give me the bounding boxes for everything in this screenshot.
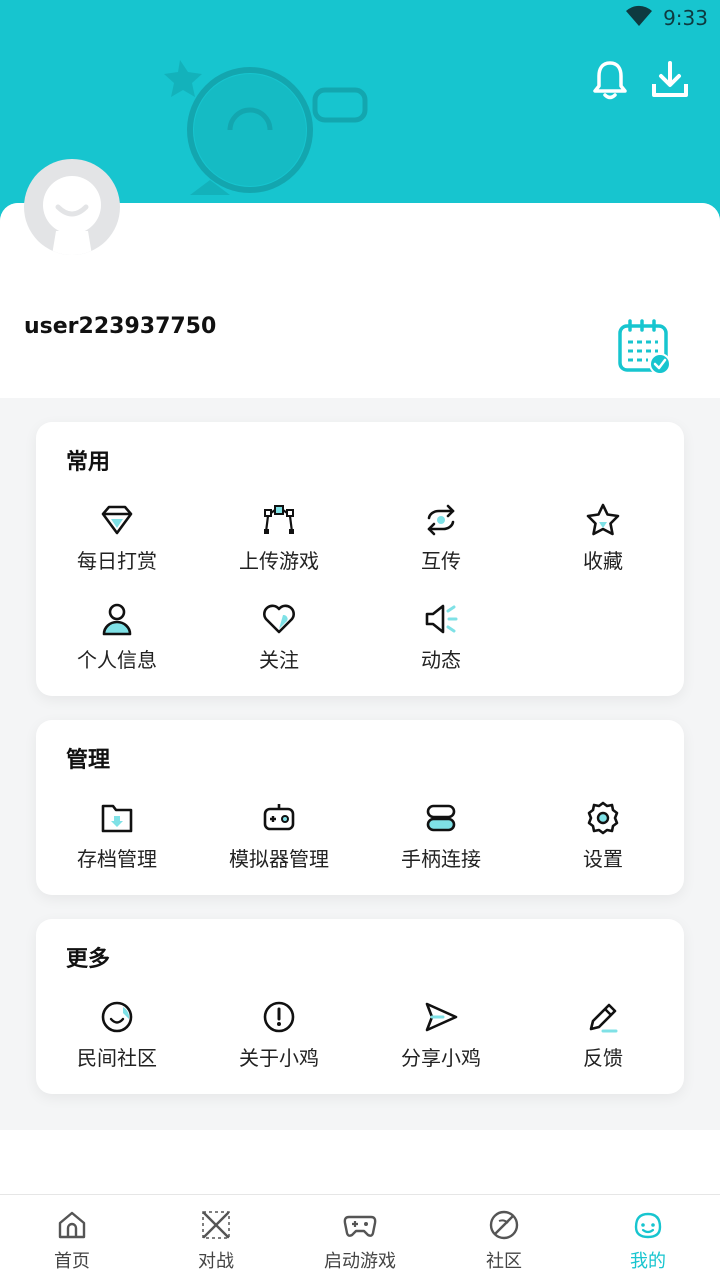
menu-save-manage[interactable]: 存档管理 xyxy=(36,798,198,897)
face-icon xyxy=(632,1209,664,1245)
smile-icon xyxy=(97,997,137,1037)
menu-about[interactable]: 关于小鸡 xyxy=(198,997,360,1096)
menu-share[interactable]: 分享小鸡 xyxy=(360,997,522,1096)
menu-feedback[interactable]: 反馈 xyxy=(522,997,684,1096)
notifications-button[interactable] xyxy=(590,60,630,104)
menu-emulator-manage[interactable]: 模拟器管理 xyxy=(198,798,360,897)
bell-icon xyxy=(592,60,628,104)
menu-community[interactable]: 民间社区 xyxy=(36,997,198,1096)
folder-icon xyxy=(97,798,137,838)
info-icon xyxy=(259,997,299,1037)
menu-following[interactable]: 关注 xyxy=(198,599,360,698)
tab-community[interactable]: 社区 xyxy=(432,1195,576,1281)
pencil-icon xyxy=(583,997,623,1037)
header-illustration xyxy=(150,30,390,204)
home-icon xyxy=(56,1209,88,1245)
downloads-button[interactable] xyxy=(650,60,690,104)
wifi-icon xyxy=(625,5,653,32)
menu-daily-tip[interactable]: 每日打赏 xyxy=(36,500,198,599)
transfer-icon xyxy=(421,500,461,540)
section-common: 常用 每日打赏 上传游戏 互传 收藏 个人信息 关注 动态 xyxy=(36,422,684,696)
section-manage: 管理 存档管理 模拟器管理 手柄连接 设置 xyxy=(36,720,684,895)
tab-launch-game[interactable]: 启动游戏 xyxy=(288,1195,432,1281)
menu-transfer[interactable]: 互传 xyxy=(360,500,522,599)
planet-icon xyxy=(488,1209,520,1245)
link-icon xyxy=(421,798,461,838)
section-title: 管理 xyxy=(66,748,111,773)
tab-battle[interactable]: 对战 xyxy=(144,1195,288,1281)
gamepad-icon xyxy=(343,1209,377,1245)
person-icon xyxy=(97,599,137,639)
status-bar: 9:33 xyxy=(625,4,708,32)
status-time: 9:33 xyxy=(663,6,708,30)
menu-upload-game[interactable]: 上传游戏 xyxy=(198,500,360,599)
gear-icon xyxy=(583,798,623,838)
heart-icon xyxy=(259,599,299,639)
speaker-icon xyxy=(421,599,461,639)
bottom-tab-bar: 首页 对战 启动游戏 社区 我的 xyxy=(0,1194,720,1281)
emulator-icon xyxy=(259,798,299,838)
tab-home[interactable]: 首页 xyxy=(0,1195,144,1281)
menu-activity[interactable]: 动态 xyxy=(360,599,522,698)
section-title: 常用 xyxy=(66,450,111,475)
download-icon xyxy=(651,60,689,104)
send-icon xyxy=(421,997,461,1037)
username: user223937750 xyxy=(24,314,217,339)
calendar-check-icon xyxy=(614,319,674,382)
section-title: 更多 xyxy=(66,947,111,972)
upload-nodes-icon xyxy=(259,500,299,540)
star-icon xyxy=(583,500,623,540)
diamond-icon xyxy=(97,500,137,540)
tab-mine[interactable]: 我的 xyxy=(576,1195,720,1281)
menu-favorites[interactable]: 收藏 xyxy=(522,500,684,599)
checkin-button[interactable] xyxy=(614,318,674,378)
menu-settings[interactable]: 设置 xyxy=(522,798,684,897)
avatar[interactable] xyxy=(24,159,120,255)
swords-icon xyxy=(200,1209,232,1245)
section-more: 更多 民间社区 关于小鸡 分享小鸡 反馈 xyxy=(36,919,684,1094)
menu-controller-connect[interactable]: 手柄连接 xyxy=(360,798,522,897)
menu-profile-info[interactable]: 个人信息 xyxy=(36,599,198,698)
